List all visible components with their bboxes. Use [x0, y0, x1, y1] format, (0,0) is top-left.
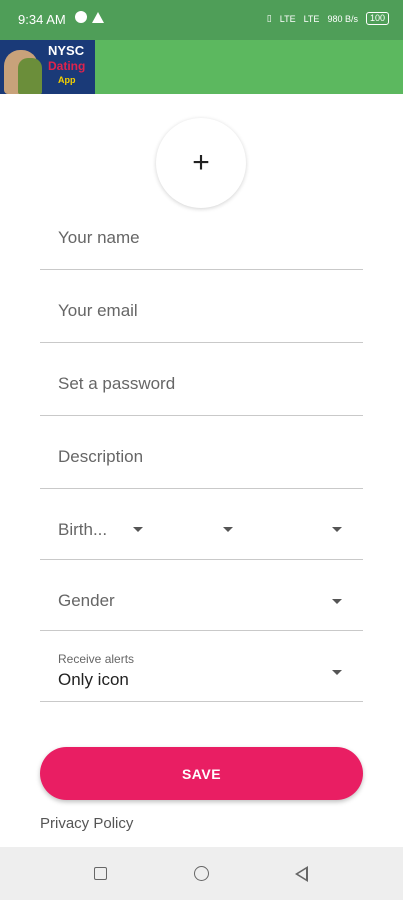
app-logo: NYSC Dating App: [0, 40, 95, 94]
alerts-value: Only icon: [58, 670, 129, 689]
save-button[interactable]: SAVE: [40, 747, 363, 800]
network-2-label: LTE: [303, 13, 320, 24]
notification-icons: [75, 11, 104, 23]
email-field[interactable]: Your email: [40, 275, 363, 343]
chevron-down-icon: [332, 599, 342, 604]
speed-label: 980 B/s: [327, 13, 358, 24]
network-1-label: LTE: [279, 13, 296, 24]
description-field[interactable]: Description: [40, 421, 363, 489]
privacy-policy-link[interactable]: Privacy Policy: [40, 815, 133, 832]
status-bar: 9:34 AM ▯ LTE LTE 980 B/s 100: [0, 0, 403, 40]
password-placeholder: Set a password: [58, 374, 176, 393]
password-field[interactable]: Set a password: [40, 348, 363, 416]
flask-icon: [92, 12, 104, 23]
description-placeholder: Description: [58, 447, 144, 466]
birth-month-dropdown-icon[interactable]: [223, 527, 233, 532]
birth-label: Birth...: [58, 520, 108, 539]
back-icon[interactable]: [295, 866, 308, 882]
birth-day-dropdown-icon[interactable]: [133, 527, 143, 532]
logo-person-image-2: [18, 58, 42, 94]
app-bar: NYSC Dating App: [0, 40, 403, 94]
chevron-down-icon: [332, 670, 342, 675]
battery-icon: 100: [365, 12, 389, 25]
logo-text-line3: App: [58, 75, 76, 85]
messenger-icon: [75, 11, 87, 23]
home-icon[interactable]: [194, 866, 209, 881]
name-field[interactable]: Your name: [40, 202, 363, 270]
plus-icon: +: [192, 146, 210, 179]
logo-text-line1: NYSC: [48, 43, 85, 58]
gender-select[interactable]: Gender: [40, 565, 363, 631]
email-placeholder: Your email: [58, 301, 138, 320]
alerts-label: Receive alerts: [58, 652, 135, 666]
birth-date-field: Birth...: [40, 494, 363, 560]
recents-icon[interactable]: [94, 867, 107, 880]
name-placeholder: Your name: [58, 228, 140, 247]
vibrate-icon: ▯: [266, 13, 272, 23]
logo-text-line2: Dating: [48, 59, 86, 73]
status-time: 9:34 AM: [18, 12, 66, 27]
gender-label: Gender: [58, 591, 115, 610]
avatar-upload-button[interactable]: +: [156, 118, 246, 208]
alerts-select[interactable]: Receive alerts Only icon: [40, 636, 363, 702]
status-indicators: ▯ LTE LTE 980 B/s 100: [267, 12, 389, 25]
system-nav-bar: [0, 847, 403, 900]
birth-year-dropdown-icon[interactable]: [332, 527, 342, 532]
